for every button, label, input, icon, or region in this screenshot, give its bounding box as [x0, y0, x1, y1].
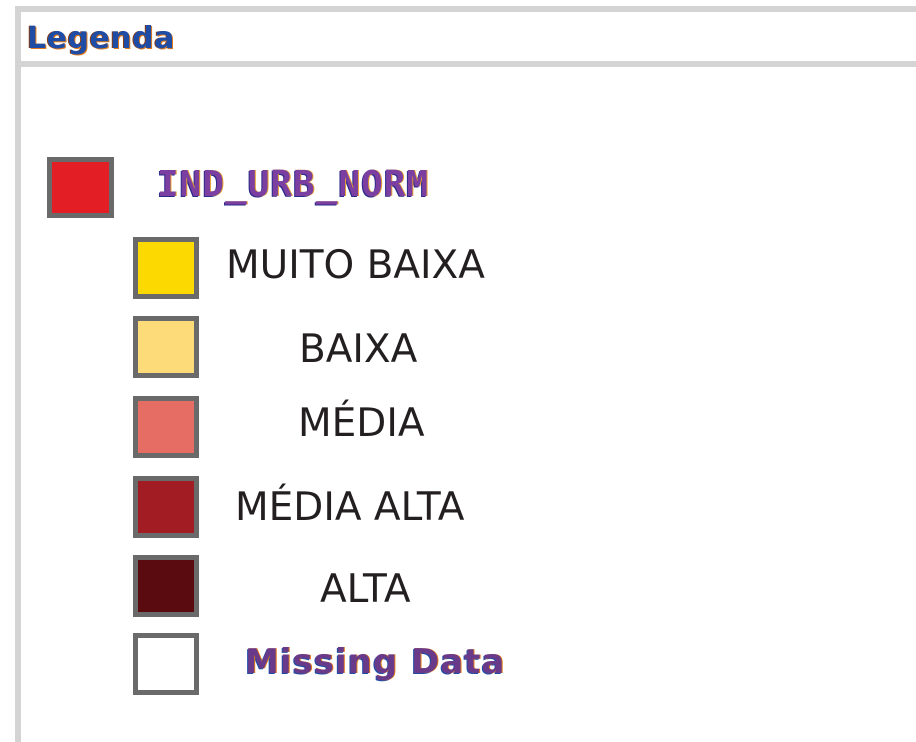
class-label-muito-baixa: MUITO BAIXA	[226, 243, 485, 288]
missing-data-label: Missing Data	[245, 642, 506, 682]
class-label-media-alta: MÉDIA ALTA	[235, 485, 465, 530]
class-swatch-baixa	[133, 316, 199, 378]
class-swatch-media-alta	[133, 476, 199, 538]
class-label-alta: ALTA	[320, 567, 411, 612]
legend-title: Legenda	[27, 21, 175, 56]
legend-header: Legenda	[21, 12, 916, 67]
legend-panel: Legenda IND_URB_NORM MUITO BAIXA BAIXA M…	[15, 6, 916, 742]
missing-data-swatch	[133, 633, 199, 695]
class-swatch-media	[133, 396, 199, 458]
class-swatch-alta	[133, 555, 199, 617]
class-swatch-muito-baixa	[133, 237, 199, 299]
layer-name-label: IND_URB_NORM	[157, 164, 430, 205]
class-label-baixa: BAIXA	[299, 327, 418, 372]
layer-color-swatch	[47, 157, 114, 218]
class-label-media: MÉDIA	[298, 401, 425, 446]
